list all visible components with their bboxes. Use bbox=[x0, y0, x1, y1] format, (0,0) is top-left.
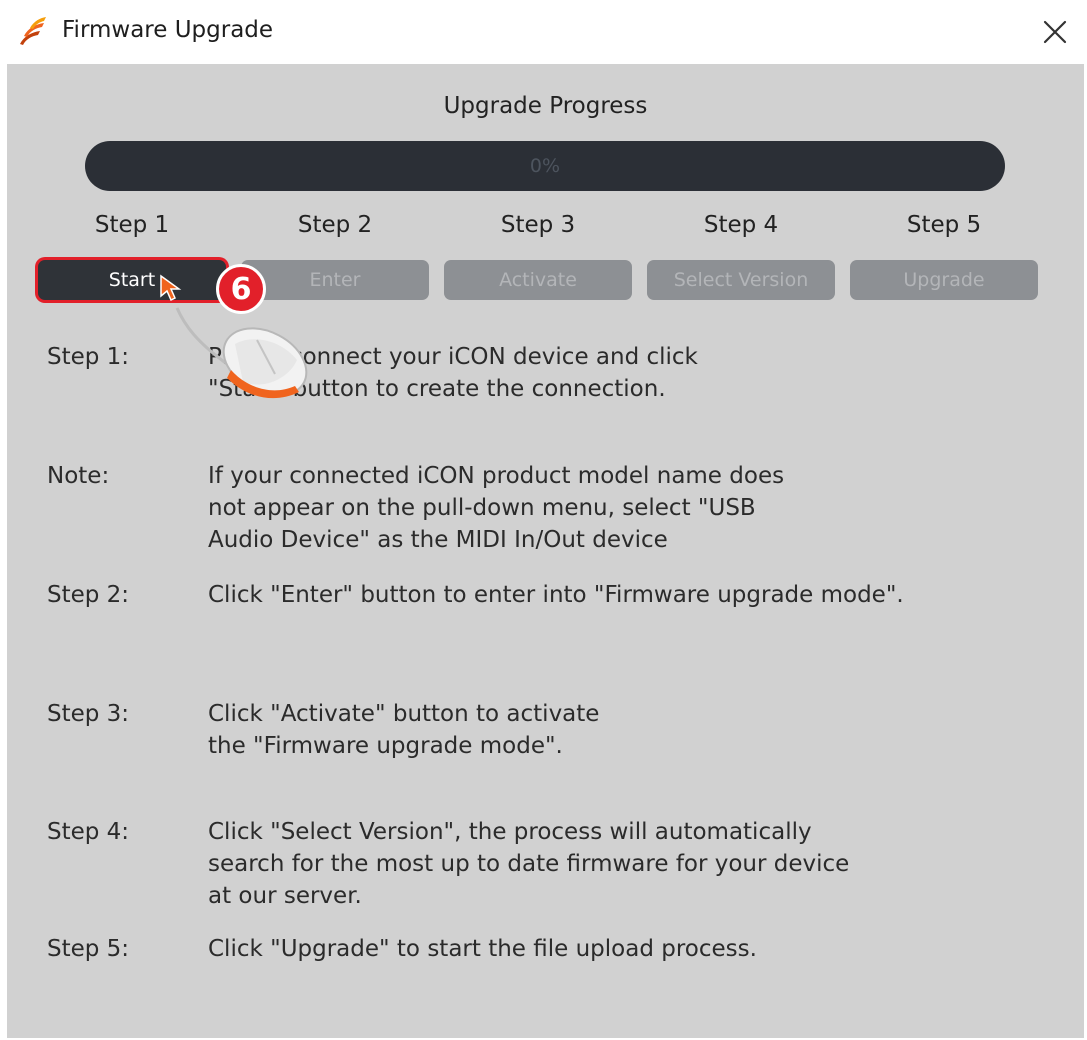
instruction-text-step-4: Click "Select Version", the process will… bbox=[208, 816, 849, 912]
window-title: Firmware Upgrade bbox=[62, 17, 274, 43]
instruction-line: If your connected iCON product model nam… bbox=[208, 463, 785, 489]
instruction-label-step-4: Step 4: bbox=[47, 819, 130, 845]
instruction-line: at our server. bbox=[208, 883, 362, 909]
activate-button[interactable]: Activate bbox=[444, 260, 632, 300]
instruction-label-step-2: Step 2: bbox=[47, 582, 130, 608]
instruction-line: search for the most up to date firmware … bbox=[208, 851, 850, 877]
instruction-label-step-3: Step 3: bbox=[47, 701, 130, 727]
progress-title: Upgrade Progress bbox=[443, 93, 648, 119]
step-5-label: Step 5 bbox=[906, 212, 982, 238]
instruction-line: Click "Select Version", the process will… bbox=[208, 819, 812, 845]
step-4-label: Step 4 bbox=[703, 212, 779, 238]
instruction-text-note: If your connected iCON product model nam… bbox=[208, 460, 784, 556]
select-version-button[interactable]: Select Version bbox=[647, 260, 835, 300]
instruction-line: the "Firmware upgrade mode". bbox=[208, 733, 563, 759]
instruction-line: Click "Enter" button to enter into "Firm… bbox=[208, 582, 904, 608]
instruction-label-step-1: Step 1: bbox=[47, 344, 130, 370]
app-logo-icon bbox=[14, 14, 50, 50]
instruction-label-step-5: Step 5: bbox=[47, 936, 130, 962]
instruction-line: Click "Activate" button to activate bbox=[208, 701, 600, 727]
instruction-label-note: Note: bbox=[47, 463, 110, 489]
title-bar: Firmware Upgrade bbox=[0, 0, 1087, 64]
progress-percent: 0% bbox=[529, 155, 561, 177]
instruction-line: Click "Upgrade" to start the file upload… bbox=[208, 936, 757, 962]
close-icon bbox=[1043, 20, 1067, 44]
instruction-line: Audio Device" as the MIDI In/Out device bbox=[208, 527, 668, 553]
instruction-text-step-2: Click "Enter" button to enter into "Firm… bbox=[208, 579, 904, 611]
step-callout-badge: 6 bbox=[216, 264, 266, 314]
instruction-text-step-3: Click "Activate" button to activate the … bbox=[208, 698, 599, 762]
step-2-label: Step 2 bbox=[297, 212, 373, 238]
step-1-label: Step 1 bbox=[94, 212, 170, 238]
progress-bar: 0% bbox=[85, 141, 1005, 191]
instruction-text-step-5: Click "Upgrade" to start the file upload… bbox=[208, 933, 757, 965]
step-3-label: Step 3 bbox=[500, 212, 576, 238]
upgrade-panel: Upgrade Progress 0% Step 1 Step 2 Step 3… bbox=[7, 64, 1084, 1038]
upgrade-button[interactable]: Upgrade bbox=[850, 260, 1038, 300]
instruction-line: not appear on the pull-down menu, select… bbox=[208, 495, 756, 521]
close-button[interactable] bbox=[1033, 10, 1077, 54]
